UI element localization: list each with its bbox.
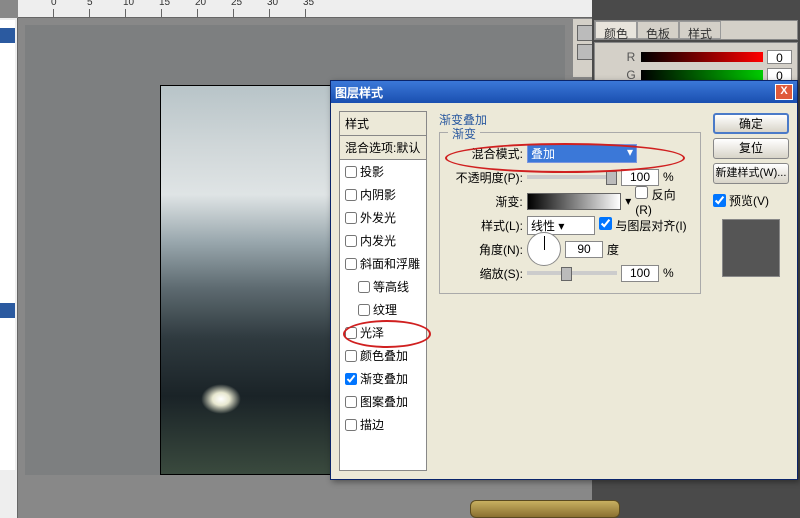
r-slider[interactable] [641, 52, 763, 62]
fx-color-overlay[interactable]: 颜色叠加 [340, 344, 426, 367]
tab-swatches[interactable]: 色板 [637, 21, 679, 39]
dialog-buttons: 确定 复位 新建样式(W)... 预览(V) [713, 111, 789, 471]
fx-outer-glow[interactable]: 外发光 [340, 206, 426, 229]
fieldset-legend: 渐变 [448, 125, 480, 142]
fx-inner-shadow[interactable]: 内阴影 [340, 183, 426, 206]
layer-style-dialog: 图层样式 X 样式 混合选项:默认 投影 内阴影 外发光 内发光 斜面和浮雕 等… [330, 80, 798, 480]
preview-thumbnail [722, 219, 780, 277]
bottom-decoration [470, 500, 620, 518]
fx-texture[interactable]: 纹理 [340, 298, 426, 321]
fx-pattern-overlay[interactable]: 图案叠加 [340, 390, 426, 413]
fx-contour[interactable]: 等高线 [340, 275, 426, 298]
blend-mode-label: 混合模式: [448, 145, 523, 162]
dialog-titlebar[interactable]: 图层样式 X [331, 81, 797, 103]
align-checkbox[interactable]: 与图层对齐(I) [599, 217, 687, 234]
opacity-label: 不透明度(P): [448, 169, 523, 186]
angle-dial[interactable] [527, 232, 561, 266]
opacity-slider[interactable] [527, 175, 617, 179]
scale-input[interactable] [621, 265, 659, 282]
fx-satin[interactable]: 光泽 [340, 321, 426, 344]
style-label: 样式(L): [448, 217, 523, 234]
scale-label: 缩放(S): [448, 265, 523, 282]
fx-stroke[interactable]: 描边 [340, 413, 426, 436]
ok-button[interactable]: 确定 [713, 113, 789, 134]
angle-input[interactable] [565, 241, 603, 258]
fx-inner-glow[interactable]: 内发光 [340, 229, 426, 252]
blend-mode-select[interactable]: 叠加 ▾ [527, 144, 637, 163]
angle-label: 角度(N): [448, 241, 523, 258]
r-label: R [625, 50, 637, 64]
styles-header[interactable]: 样式 [340, 112, 426, 136]
preview-checkbox[interactable]: 预览(V) [713, 192, 789, 209]
fx-drop-shadow[interactable]: 投影 [340, 160, 426, 183]
g-slider[interactable] [641, 70, 763, 80]
cancel-button[interactable]: 复位 [713, 138, 789, 159]
reverse-checkbox[interactable]: 反向(R) [635, 186, 692, 217]
blending-options[interactable]: 混合选项:默认 [340, 136, 426, 160]
fx-bevel[interactable]: 斜面和浮雕 [340, 252, 426, 275]
scale-slider[interactable] [527, 271, 617, 275]
r-value[interactable]: 0 [767, 50, 792, 64]
dialog-title: 图层样式 [335, 84, 775, 101]
new-style-button[interactable]: 新建样式(W)... [713, 163, 789, 184]
tab-color[interactable]: 颜色 [595, 21, 637, 39]
styles-list: 样式 混合选项:默认 投影 内阴影 外发光 内发光 斜面和浮雕 等高线 纹理 光… [339, 111, 427, 471]
options-panel: 渐变叠加 渐变 混合模式: 叠加 ▾ 不透明度(P): % 渐变: ▾ 反向(R… [435, 111, 705, 471]
gradient-label: 渐变: [448, 193, 523, 210]
tab-styles[interactable]: 样式 [679, 21, 721, 39]
opacity-input[interactable] [621, 169, 659, 186]
close-button[interactable]: X [775, 84, 793, 100]
document-image[interactable] [160, 85, 335, 475]
fx-gradient-overlay[interactable]: 渐变叠加 [340, 367, 426, 390]
gradient-picker[interactable] [527, 193, 622, 210]
style-select[interactable]: 线性 ▾ [527, 216, 595, 235]
